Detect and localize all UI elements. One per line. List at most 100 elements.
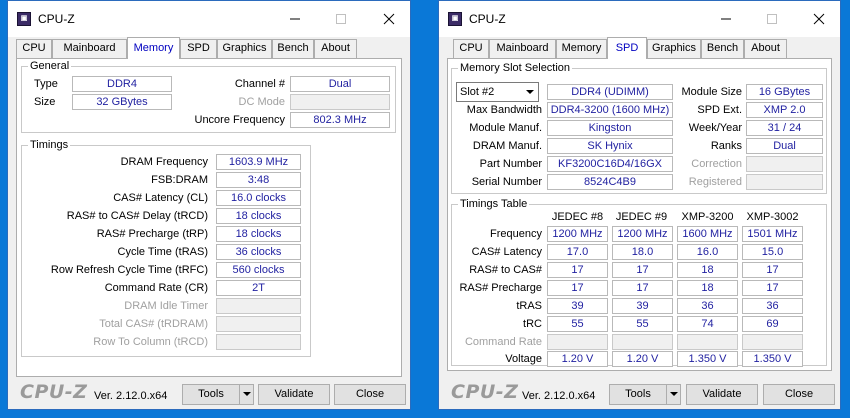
- row-label: tRC: [523, 318, 542, 330]
- timing-label: Total CAS# (tRDRAM): [99, 318, 208, 330]
- minimize-icon[interactable]: [718, 11, 734, 27]
- close-icon[interactable]: [811, 11, 827, 27]
- dram-manuf-field: SK Hynix: [547, 138, 673, 154]
- table-cell: 39: [612, 298, 673, 314]
- tab-about[interactable]: About: [314, 39, 357, 58]
- module-type-field: DDR4 (UDIMM): [547, 84, 673, 100]
- dram-manuf-label: DRAM Manuf.: [472, 140, 542, 152]
- cpuz-logo: CPU-Z: [451, 381, 519, 403]
- chevron-down-icon[interactable]: [670, 392, 678, 396]
- uncore-frequency-field: 802.3 MHz: [290, 112, 390, 128]
- title-bar[interactable]: ▣ CPU-Z: [439, 1, 840, 37]
- table-cell: 17.0: [547, 244, 608, 260]
- timings-table-title: Timings Table: [458, 197, 530, 211]
- timing-label: CAS# Latency (CL): [113, 192, 208, 204]
- cpuz-spd-window: ▣ CPU-Z CPU Mainboard Memory SPD Graphic…: [438, 0, 841, 410]
- trcd-field: 18 clocks: [216, 208, 301, 224]
- memory-size-field: 32 GBytes: [72, 94, 172, 110]
- table-cell: 17: [547, 280, 608, 296]
- tab-memory[interactable]: Memory: [556, 39, 607, 58]
- table-cell: 1200 MHz: [612, 226, 673, 242]
- tab-mainboard[interactable]: Mainboard: [489, 39, 556, 58]
- validate-button[interactable]: Validate: [258, 384, 330, 405]
- table-cell: 1.20 V: [612, 351, 673, 367]
- tab-bench[interactable]: Bench: [272, 39, 314, 58]
- table-cell: 1.20 V: [547, 351, 608, 367]
- version-label: Ver. 2.12.0.x64: [522, 390, 596, 402]
- timings-group-title: Timings: [28, 138, 71, 152]
- registered-field: [746, 174, 823, 190]
- spd-ext-field: XMP 2.0: [746, 102, 823, 118]
- close-button[interactable]: Close: [763, 384, 835, 405]
- column-header: XMP-3002: [746, 211, 799, 223]
- validate-button[interactable]: Validate: [686, 384, 758, 405]
- module-manuf-label: Module Manuf.: [469, 122, 542, 134]
- table-cell: 55: [547, 316, 608, 332]
- correction-label: Correction: [691, 158, 742, 170]
- general-group-title: General: [28, 59, 72, 73]
- table-cell: 17: [742, 262, 803, 278]
- fsb-dram-field: 3:48: [216, 172, 301, 188]
- tools-button[interactable]: Tools: [182, 384, 254, 405]
- table-cell: 39: [547, 298, 608, 314]
- channel-field: Dual: [290, 76, 390, 92]
- memory-type-field: DDR4: [72, 76, 172, 92]
- minimize-icon[interactable]: [287, 11, 303, 27]
- tab-mainboard[interactable]: Mainboard: [52, 39, 127, 58]
- slot-select-value: Slot #2: [460, 86, 495, 98]
- spd-ext-label: SPD Ext.: [697, 104, 742, 116]
- tab-cpu[interactable]: CPU: [453, 39, 489, 58]
- column-header: XMP-3200: [681, 211, 734, 223]
- size-label: Size: [34, 96, 56, 108]
- table-cell: 1600 MHz: [677, 226, 738, 242]
- table-cell: [612, 334, 673, 350]
- tab-graphics[interactable]: Graphics: [647, 39, 701, 58]
- table-cell: [677, 334, 738, 350]
- slot-select[interactable]: Slot #2: [456, 82, 539, 102]
- week-year-label: Week/Year: [688, 122, 742, 134]
- dram-idle-timer-field: [216, 298, 301, 314]
- memory-slot-group-title: Memory Slot Selection: [458, 61, 573, 75]
- cpuz-app-icon: ▣: [17, 12, 31, 26]
- window-title: CPU-Z: [469, 12, 506, 26]
- close-icon[interactable]: [381, 11, 397, 27]
- module-size-field: 16 GBytes: [746, 84, 823, 100]
- module-manuf-field: Kingston: [547, 120, 673, 136]
- tab-spd[interactable]: SPD: [607, 37, 647, 59]
- table-cell: 1.350 V: [742, 351, 803, 367]
- table-cell: 17: [612, 280, 673, 296]
- tools-button[interactable]: Tools: [609, 384, 681, 405]
- maximize-icon[interactable]: [764, 11, 780, 27]
- tab-bench[interactable]: Bench: [701, 39, 744, 58]
- table-cell: 15.0: [742, 244, 803, 260]
- close-button[interactable]: Close: [334, 384, 406, 405]
- part-number-label: Part Number: [479, 158, 542, 170]
- chevron-down-icon[interactable]: [526, 90, 534, 94]
- tab-spd[interactable]: SPD: [180, 39, 217, 58]
- title-bar[interactable]: ▣ CPU-Z: [8, 1, 410, 37]
- chevron-down-icon[interactable]: [243, 392, 251, 396]
- trfc-field: 560 clocks: [216, 262, 301, 278]
- tab-graphics[interactable]: Graphics: [217, 39, 272, 58]
- timings-group: Timings DRAM Frequency 1603.9 MHz FSB:DR…: [21, 138, 311, 357]
- week-year-field: 31 / 24: [746, 120, 823, 136]
- cpuz-app-icon: ▣: [448, 12, 462, 26]
- max-bandwidth-field: DDR4-3200 (1600 MHz): [547, 102, 673, 118]
- serial-number-field: 8524C4B9: [547, 174, 673, 190]
- tab-cpu[interactable]: CPU: [16, 39, 52, 58]
- maximize-icon[interactable]: [333, 11, 349, 27]
- timing-label: Row To Column (tRCD): [93, 336, 208, 348]
- row-label: RAS# Precharge: [459, 282, 542, 294]
- table-cell: 1.350 V: [677, 351, 738, 367]
- dc-mode-label: DC Mode: [238, 96, 285, 108]
- tab-about[interactable]: About: [744, 39, 787, 58]
- cpuz-memory-window: ▣ CPU-Z CPU Mainboard Memory SPD Graphic…: [7, 0, 411, 410]
- command-rate-field: 2T: [216, 280, 301, 296]
- spd-tab-page: Memory Slot Selection Slot #2 DDR4 (UDIM…: [447, 58, 832, 371]
- timing-label: RAS# Precharge (tRP): [96, 228, 208, 240]
- table-cell: 74: [677, 316, 738, 332]
- dc-mode-field: [290, 94, 390, 110]
- type-label: Type: [34, 78, 58, 90]
- row-label: tRAS: [516, 300, 542, 312]
- tab-memory[interactable]: Memory: [127, 37, 180, 59]
